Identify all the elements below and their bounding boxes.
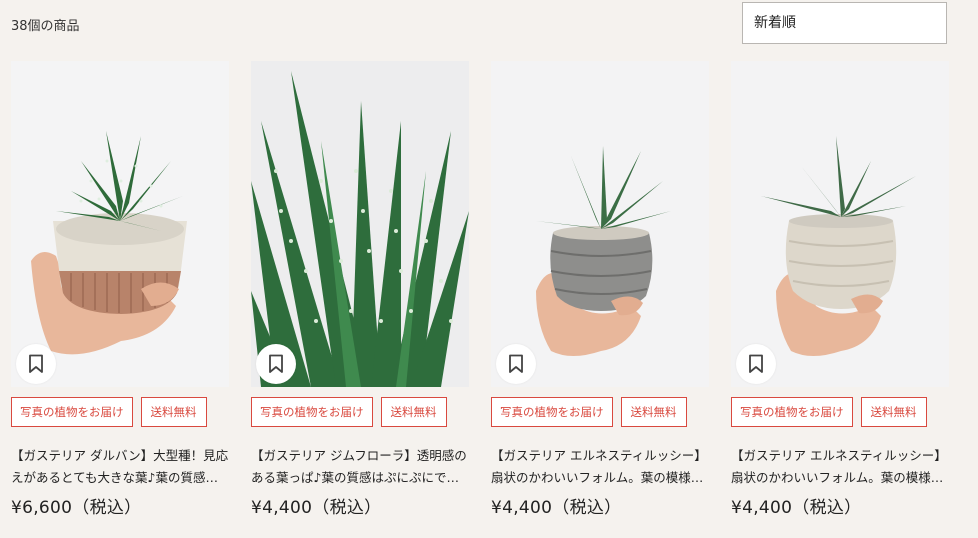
product-card[interactable]: 写真の植物をお届け 送料無料 【ガステリア ダルバン】大型種！見応えがあるとても… [11,61,229,518]
result-count: 38個の商品 [11,19,80,34]
product-title[interactable]: 【ガステリア エルネスティルッシー】扇状のかわいいフォルム。葉の模様が美しい [491,445,709,489]
product-tags: 写真の植物をお届け 送料無料 [491,397,687,427]
product-image[interactable] [731,61,949,387]
plant-photo [251,61,469,387]
product-image[interactable] [11,61,229,387]
bookmark-icon [29,354,43,373]
sort-select[interactable]: 新着順 [742,2,947,44]
tag-photo-delivery: 写真の植物をお届け [11,397,133,427]
tag-free-shipping: 送料無料 [140,397,207,427]
bookmark-icon [509,354,523,373]
bookmark-button[interactable] [16,344,56,384]
product-image[interactable] [491,61,709,387]
plant-photo [491,61,709,387]
product-tags: 写真の植物をお届け 送料無料 [11,397,207,427]
product-title[interactable]: 【ガステリア エルネスティルッシー】扇状のかわいいフォルム。葉の模様が美しい [731,445,949,489]
product-card[interactable]: 写真の植物をお届け 送料無料 【ガステリア エルネスティルッシー】扇状のかわいい… [491,61,709,518]
product-tags: 写真の植物をお届け 送料無料 [251,397,447,427]
product-card[interactable]: 写真の植物をお届け 送料無料 【ガステリア ジムフローラ】透明感のある葉っぱ♪葉… [251,61,469,518]
product-price: ¥4,400（税込） [731,498,862,518]
tag-free-shipping: 送料無料 [620,397,687,427]
tag-free-shipping: 送料無料 [380,397,447,427]
tag-photo-delivery: 写真の植物をお届け [491,397,613,427]
plant-photo [11,61,229,387]
product-price: ¥6,600（税込） [11,498,142,518]
bookmark-icon [749,354,763,373]
product-title[interactable]: 【ガステリア ジムフローラ】透明感のある葉っぱ♪葉の質感はぷにぷにで可愛い [251,445,469,489]
bookmark-icon [269,354,283,373]
product-price: ¥4,400（税込） [251,498,382,518]
tag-photo-delivery: 写真の植物をお届け [251,397,373,427]
plant-photo [731,61,949,387]
product-title[interactable]: 【ガステリア ダルバン】大型種！見応えがあるとても大きな葉♪葉の質感が美しい [11,445,229,489]
product-tags: 写真の植物をお届け 送料無料 [731,397,927,427]
tag-free-shipping: 送料無料 [860,397,927,427]
bookmark-button[interactable] [736,344,776,384]
product-image[interactable] [251,61,469,387]
product-card[interactable]: 写真の植物をお届け 送料無料 【ガステリア エルネスティルッシー】扇状のかわいい… [731,61,949,518]
product-price: ¥4,400（税込） [491,498,622,518]
tag-photo-delivery: 写真の植物をお届け [731,397,853,427]
bookmark-button[interactable] [496,344,536,384]
bookmark-button[interactable] [256,344,296,384]
